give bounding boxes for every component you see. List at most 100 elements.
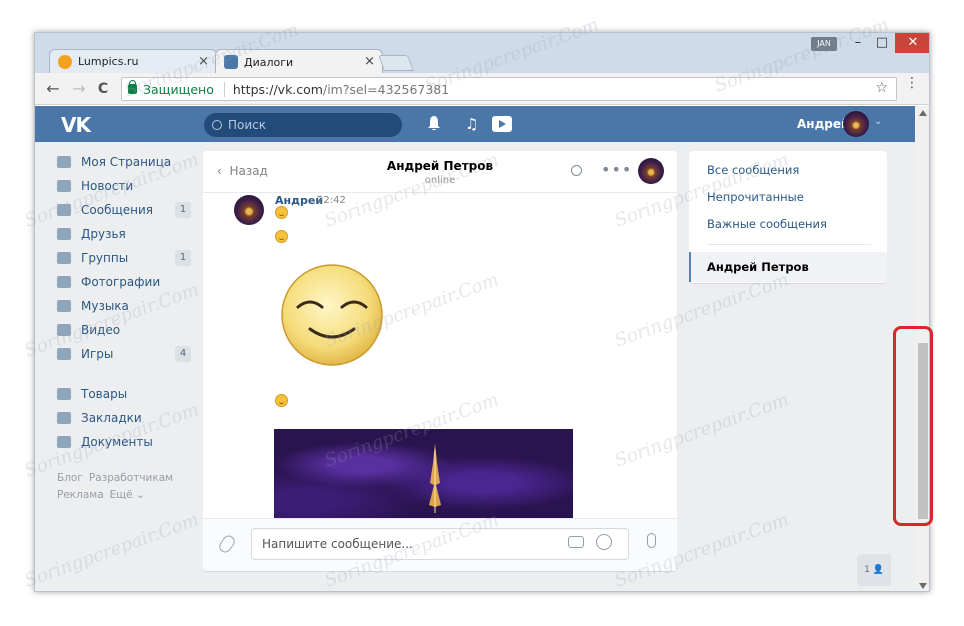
sidebar-item[interactable]: Моя Страница [57, 150, 207, 174]
groups-icon [57, 252, 71, 264]
sidebar-item-label: Товары [81, 387, 128, 401]
scrollbar-highlight-annotation [893, 326, 933, 526]
nav-active-chat[interactable]: Андрей Петров [689, 252, 887, 282]
paperclip-icon[interactable] [216, 533, 238, 555]
count-badge: 1 [175, 202, 191, 218]
sidebar-item[interactable]: Закладки [57, 406, 207, 430]
sidebar-item[interactable]: Видео [57, 318, 207, 342]
bookmark-star-icon[interactable]: ☆ [875, 80, 888, 96]
sidebar-item[interactable]: Игры 4 [57, 342, 207, 366]
tab-close-icon[interactable]: × [364, 54, 375, 69]
footer-link[interactable]: Разработчикам [89, 472, 173, 484]
sidebar-item-label: Новости [81, 179, 134, 193]
sidebar-item-label: Закладки [81, 411, 142, 425]
sidebar-item-label: Группы [81, 251, 129, 265]
vk-messages-favicon-icon [224, 55, 238, 69]
camera-icon[interactable] [568, 536, 584, 548]
nav-all-messages[interactable]: Все сообщения [707, 163, 799, 177]
smile-emoji-icon [275, 230, 288, 243]
close-window-button[interactable]: ✕ [895, 33, 929, 53]
photo-attachment[interactable] [274, 429, 573, 518]
address-bar[interactable]: Защищено https://vk.com/im?sel=432567381… [121, 77, 897, 101]
messages-icon [57, 204, 71, 216]
secure-indicator[interactable]: Защищено [128, 80, 214, 97]
reload-icon[interactable]: C [93, 79, 113, 99]
emoji-icon[interactable] [596, 534, 612, 550]
video-icon [57, 324, 71, 336]
avatar[interactable] [638, 158, 664, 184]
message-history: Андрей 22:42 [203, 193, 677, 518]
browser-menu-icon[interactable]: ⋮ [905, 76, 919, 90]
maximize-button[interactable]: □ [867, 33, 897, 53]
active-chat-label: Андрей Петров [707, 260, 809, 274]
tab-dialogs[interactable]: Диалоги × [215, 49, 383, 74]
sidebar-item-label: Видео [81, 323, 121, 337]
tab-title: Диалоги [244, 55, 294, 69]
sidebar-item[interactable]: Сообщения 1 [57, 198, 207, 222]
profile-badge[interactable]: JAN [811, 37, 837, 51]
nav-unread[interactable]: Непрочитанные [707, 190, 804, 204]
footer-link[interactable]: Блог [57, 472, 83, 484]
nav-important[interactable]: Важные сообщения [707, 217, 827, 231]
smile-emoji-icon [275, 206, 288, 219]
footer-link[interactable]: Реклама [57, 489, 104, 501]
document-icon [57, 436, 71, 448]
camera-icon [57, 276, 71, 288]
smile-emoji-icon [275, 394, 288, 407]
sidebar-item[interactable]: Новости [57, 174, 207, 198]
url-text[interactable]: https://vk.com/im?sel=432567381 [223, 81, 449, 97]
avatar[interactable] [234, 195, 264, 225]
more-icon[interactable]: ••• [601, 160, 632, 179]
lumpics-favicon-icon [58, 54, 72, 69]
chat-panel: ‹ Назад Андрей Петров online ••• Андрей … [203, 151, 677, 571]
sidebar-item-label: Моя Страница [81, 155, 172, 169]
count-badge: 4 [175, 346, 191, 362]
scroll-up-icon[interactable] [919, 110, 927, 116]
search-input[interactable]: Поиск [204, 113, 402, 137]
bag-icon [57, 388, 71, 400]
gamepad-icon [57, 348, 71, 360]
tab-lumpics[interactable]: Lumpics.ru × [49, 49, 217, 73]
vk-page: VK Поиск ♫ Андрей ⌄ Моя Страница Новости С… [35, 106, 915, 591]
footer-links: Блог Разработчикам Реклама Ещё ⌄ [57, 470, 207, 504]
scroll-down-icon[interactable] [919, 583, 927, 589]
left-menu: Моя Страница Новости Сообщения 1 Друзья Групп… [57, 150, 207, 504]
sidebar-item-label: Друзья [81, 227, 126, 241]
search-placeholder: Поиск [228, 118, 267, 132]
chat-header: ‹ Назад Андрей Петров online ••• [203, 151, 677, 193]
forward-arrow-icon[interactable]: → [69, 79, 89, 99]
chevron-down-icon[interactable]: ⌄ [874, 116, 882, 127]
sidebar-item-label: Фотографии [81, 275, 161, 289]
notifications-bell-icon[interactable] [427, 115, 441, 131]
sidebar-item[interactable]: Фотографии [57, 270, 207, 294]
sidebar-item-label: Сообщения [81, 203, 154, 217]
back-arrow-icon[interactable]: ← [43, 79, 63, 99]
sidebar-item[interactable]: Друзья [57, 222, 207, 246]
browser-window: Lumpics.ru × Диалоги × JAN – □ ✕ ← → C З… [34, 32, 930, 592]
avatar[interactable] [843, 111, 869, 137]
tab-close-icon[interactable]: × [198, 54, 209, 69]
sidebar-item[interactable]: Музыка [57, 294, 207, 318]
count-badge: 1 [175, 250, 191, 266]
microphone-icon[interactable] [647, 533, 656, 548]
vk-header: VK Поиск ♫ Андрей ⌄ [35, 106, 915, 142]
play-icon[interactable] [492, 116, 512, 132]
message-time[interactable]: 22:42 [317, 195, 346, 206]
unread-counter-button[interactable]: 1 👤 [857, 554, 891, 586]
header-user-name[interactable]: Андрей [797, 117, 849, 131]
footer-link[interactable]: Ещё ⌄ [110, 489, 145, 501]
url-protocol: https:// [232, 81, 278, 97]
sidebar-item[interactable]: Товары [57, 382, 207, 406]
vk-logo[interactable]: VK [61, 113, 91, 137]
new-tab-button[interactable] [378, 55, 414, 71]
divider [707, 244, 871, 245]
music-icon[interactable]: ♫ [465, 115, 478, 133]
sidebar-item[interactable]: Группы 1 [57, 246, 207, 270]
friends-icon [57, 228, 71, 240]
sidebar-item[interactable]: Документы [57, 430, 207, 454]
search-icon[interactable] [571, 165, 582, 176]
smiley-sticker-icon [281, 264, 383, 366]
search-icon [212, 120, 222, 130]
url-host: vk.com [277, 81, 323, 97]
secure-label: Защищено [143, 81, 214, 97]
